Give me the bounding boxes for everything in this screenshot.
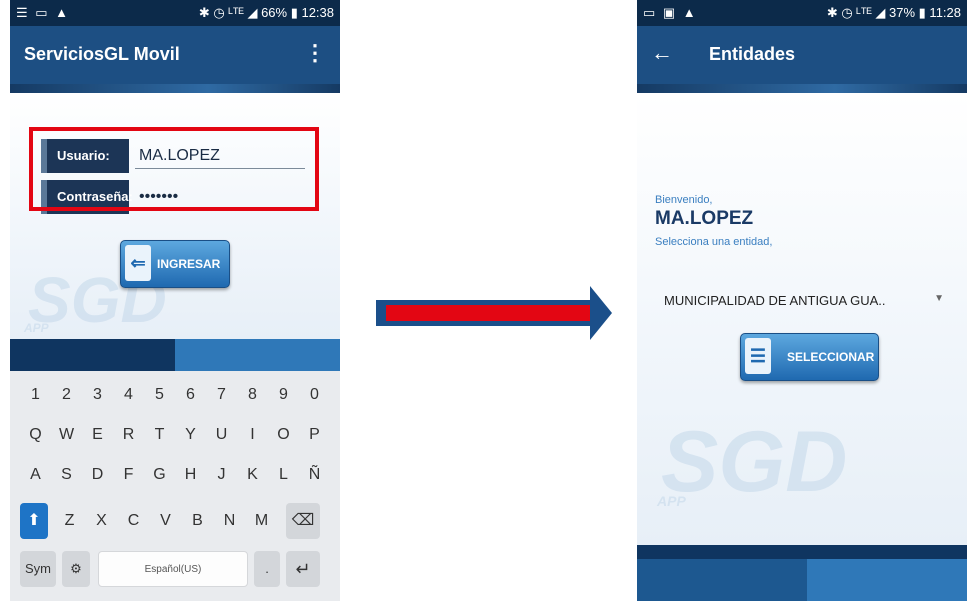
space-key[interactable]: Español(US): [98, 551, 248, 587]
header-stripe: [637, 84, 967, 93]
number-key[interactable]: 7: [208, 377, 235, 413]
sgd-logo-watermark: SGD: [661, 414, 848, 510]
letter-key[interactable]: V: [152, 503, 179, 539]
letter-key[interactable]: X: [88, 503, 115, 539]
letter-key[interactable]: M: [248, 503, 275, 539]
letter-key[interactable]: K: [239, 457, 266, 493]
number-key[interactable]: 0: [301, 377, 328, 413]
letter-key[interactable]: F: [115, 457, 142, 493]
letter-key[interactable]: S: [53, 457, 80, 493]
letter-key[interactable]: A: [22, 457, 49, 493]
status-icons-left: ☰ ▭ ▲: [16, 5, 71, 20]
letter-key[interactable]: P: [301, 417, 328, 453]
login-button-label: INGRESAR: [157, 257, 221, 271]
status-icons-right: ✱ ◷ ᴸᵀᴱ ◢ 37% ▮ 11:28: [826, 5, 961, 20]
status-icons-left: ▭ ▣ ▲: [643, 5, 698, 20]
number-key[interactable]: 9: [270, 377, 297, 413]
keyboard-row-numbers: 1234567890: [10, 377, 340, 413]
letter-key[interactable]: I: [239, 417, 266, 453]
backspace-icon: ⌫: [291, 512, 315, 529]
select-button-label: SELECCIONAR: [787, 350, 875, 364]
gear-icon: ⚙: [70, 561, 82, 576]
letter-key[interactable]: H: [177, 457, 204, 493]
settings-key[interactable]: ⚙: [62, 551, 90, 587]
shift-key[interactable]: ⬆: [20, 503, 48, 539]
status-bar: ▭ ▣ ▲ ✱ ◷ ᴸᵀᴱ ◢ 37% ▮ 11:28: [637, 0, 967, 26]
letter-key[interactable]: Y: [177, 417, 204, 453]
overflow-menu-icon[interactable]: ⋮: [304, 40, 326, 66]
letter-key[interactable]: B: [184, 503, 211, 539]
letter-key[interactable]: Q: [22, 417, 49, 453]
app-logo-watermark: APP: [657, 493, 686, 509]
app-title: Entidades: [709, 44, 796, 64]
app-bar: ← Entidades: [637, 26, 967, 84]
letter-key[interactable]: R: [115, 417, 142, 453]
bottom-band: [637, 545, 967, 601]
letter-key[interactable]: N: [216, 503, 243, 539]
door-exit-icon: ⇐: [125, 245, 151, 281]
keyboard-row-qwerty: QWERTYUIOP: [10, 417, 340, 453]
number-key[interactable]: 8: [239, 377, 266, 413]
letter-key[interactable]: L: [270, 457, 297, 493]
backspace-key[interactable]: ⌫: [286, 503, 320, 539]
sym-key[interactable]: Sym: [20, 551, 56, 587]
clipboard-checklist-icon: ☰: [745, 338, 771, 374]
welcome-text: Bienvenido,: [655, 194, 713, 206]
back-arrow-icon[interactable]: ←: [651, 40, 673, 66]
select-prompt: Selecciona una entidad,: [655, 236, 773, 248]
dropdown-caret-icon: ▼: [934, 293, 944, 304]
highlight-box: [29, 127, 319, 211]
keyboard-row-zxcv: ⬆ ⌫ ZXCVBNM: [10, 503, 340, 539]
number-key[interactable]: 4: [115, 377, 142, 413]
on-screen-keyboard: 1234567890 QWERTYUIOP ASDFGHJKLÑ ⬆ ⌫ ZXC…: [10, 371, 340, 601]
letter-key[interactable]: C: [120, 503, 147, 539]
number-key[interactable]: 3: [84, 377, 111, 413]
login-button[interactable]: ⇐ INGRESAR: [120, 240, 230, 288]
letter-key[interactable]: Ñ: [301, 457, 328, 493]
keyboard-row-asdf: ASDFGHJKLÑ: [10, 457, 340, 493]
select-button[interactable]: ☰ SELECCIONAR: [740, 333, 879, 381]
letter-key[interactable]: J: [208, 457, 235, 493]
entity-dropdown-value: MUNICIPALIDAD DE ANTIGUA GUA..: [664, 293, 886, 308]
letter-key[interactable]: E: [84, 417, 111, 453]
number-key[interactable]: 5: [146, 377, 173, 413]
login-screen: ☰ ▭ ▲ ✱ ◷ ᴸᵀᴱ ◢ 66% ▮ 12:38 ServiciosGL …: [10, 0, 340, 601]
number-key[interactable]: 6: [177, 377, 204, 413]
entities-screen: ▭ ▣ ▲ ✱ ◷ ᴸᵀᴱ ◢ 37% ▮ 11:28 ← Entidades …: [637, 0, 967, 601]
flow-arrow-head: [590, 286, 612, 340]
enter-icon: ↵: [295, 559, 311, 579]
user-name: MA.LOPEZ: [655, 208, 754, 229]
letter-key[interactable]: U: [208, 417, 235, 453]
flow-arrow-red-bar: [386, 305, 591, 321]
letter-key[interactable]: D: [84, 457, 111, 493]
letter-key[interactable]: W: [53, 417, 80, 453]
app-logo-watermark: APP: [24, 321, 49, 335]
letter-key[interactable]: G: [146, 457, 173, 493]
header-stripe: [10, 84, 340, 93]
number-key[interactable]: 2: [53, 377, 80, 413]
entity-dropdown[interactable]: MUNICIPALIDAD DE ANTIGUA GUA.. ▼: [664, 293, 954, 315]
letter-key[interactable]: O: [270, 417, 297, 453]
status-icons-right: ✱ ◷ ᴸᵀᴱ ◢ 66% ▮ 12:38: [198, 5, 334, 20]
status-bar: ☰ ▭ ▲ ✱ ◷ ᴸᵀᴱ ◢ 66% ▮ 12:38: [10, 0, 340, 26]
letter-key[interactable]: Z: [56, 503, 83, 539]
number-key[interactable]: 1: [22, 377, 49, 413]
keyboard-row-bottom: Sym ⚙ Español(US) . ↵: [10, 551, 340, 587]
letter-key[interactable]: T: [146, 417, 173, 453]
enter-key[interactable]: ↵: [286, 551, 320, 587]
app-title: ServiciosGL Movil: [24, 44, 180, 64]
period-key[interactable]: .: [254, 551, 280, 587]
entity-select-area: SGD APP: [637, 93, 967, 545]
bottom-band: [10, 339, 340, 371]
arrow-up-icon: ⬆: [27, 512, 41, 529]
app-bar: ServiciosGL Movil ⋮: [10, 26, 340, 84]
